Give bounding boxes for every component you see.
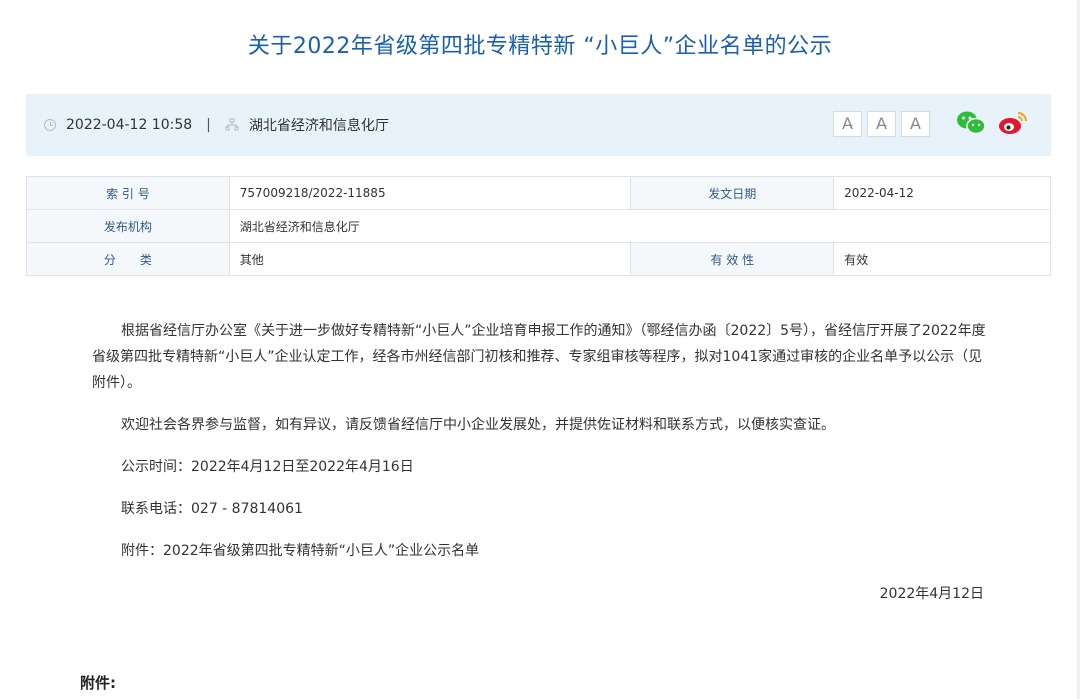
minus-mark: - <box>885 121 888 130</box>
attachments-heading: 附件: <box>80 674 116 692</box>
date-label: 发文日期 <box>630 176 835 210</box>
body-paragraph-1: 根据省经信厅办公室《关于进一步做好专精特新“小巨人”企业培育申报工作的通知》（鄂… <box>92 323 986 391</box>
wechat-icon[interactable] <box>956 110 986 140</box>
font-increase-button[interactable]: A + <box>833 111 862 137</box>
info-row-index: 索 引 号 757009218/2022-11885 发文日期 2022-04-… <box>26 176 1051 210</box>
org-chart-icon <box>225 118 239 132</box>
share-buttons <box>956 110 1028 140</box>
index-value: 757009218/2022-11885 <box>228 176 632 210</box>
page-title: 关于2022年省级第四批专精特新 “小巨人”企业名单的公示 <box>247 34 833 59</box>
font-decrease-button[interactable]: A- <box>867 111 896 137</box>
publisher: 湖北省经济和信息化厅 <box>248 118 389 134</box>
org-label: 发布机构 <box>26 209 230 243</box>
meta-bar: 2022-04-12 10:58 | 湖北省经济和信息化厅 A + A- A <box>26 94 1051 156</box>
category-label: 分 类 <box>26 242 230 276</box>
contact-phone: 联系电话：027 - 87814061 <box>121 501 303 517</box>
body-paragraph-2: 欢迎社会各界参与监督，如有异议，请反馈省经信厅中小企业发展处，并提供佐证材料和联… <box>121 417 835 433</box>
publicity-period: 公示时间：2022年4月12日至2022年4月16日 <box>121 459 414 475</box>
font-reset-button[interactable]: A <box>901 111 930 137</box>
org-value: 湖北省经济和信息化厅 <box>228 209 1052 243</box>
meta-info: 2022-04-12 10:58 | 湖北省经济和信息化厅 <box>44 94 389 156</box>
font-reset-label: A <box>910 114 921 133</box>
meta-separator: | <box>206 117 211 133</box>
date-value: 2022-04-12 <box>833 176 1051 210</box>
validity-label: 有 效 性 <box>630 242 835 276</box>
signature-date: 2022年4月12日 <box>879 586 984 602</box>
weibo-icon[interactable] <box>998 110 1028 140</box>
publish-datetime: 2022-04-12 10:58 <box>66 117 193 133</box>
info-row-category: 分 类 其他 有 效 性 有效 <box>26 242 1051 276</box>
article-body: 根据省经信厅办公室《关于进一步做好专精特新“小巨人”企业培育申报工作的通知》（鄂… <box>92 318 992 564</box>
clock-icon <box>44 119 56 131</box>
plus-mark: + <box>847 121 854 130</box>
validity-value: 有效 <box>833 242 1051 276</box>
info-row-org: 发布机构 湖北省经济和信息化厅 <box>26 209 1052 243</box>
document-info-table: 索 引 号 757009218/2022-11885 发文日期 2022-04-… <box>26 176 1052 276</box>
font-size-controls: A + A- A <box>833 111 930 137</box>
category-value: 其他 <box>228 242 632 276</box>
attachment-note: 附件：2022年省级第四批专精特新“小巨人”企业公示名单 <box>121 543 480 559</box>
index-label: 索 引 号 <box>26 176 230 210</box>
